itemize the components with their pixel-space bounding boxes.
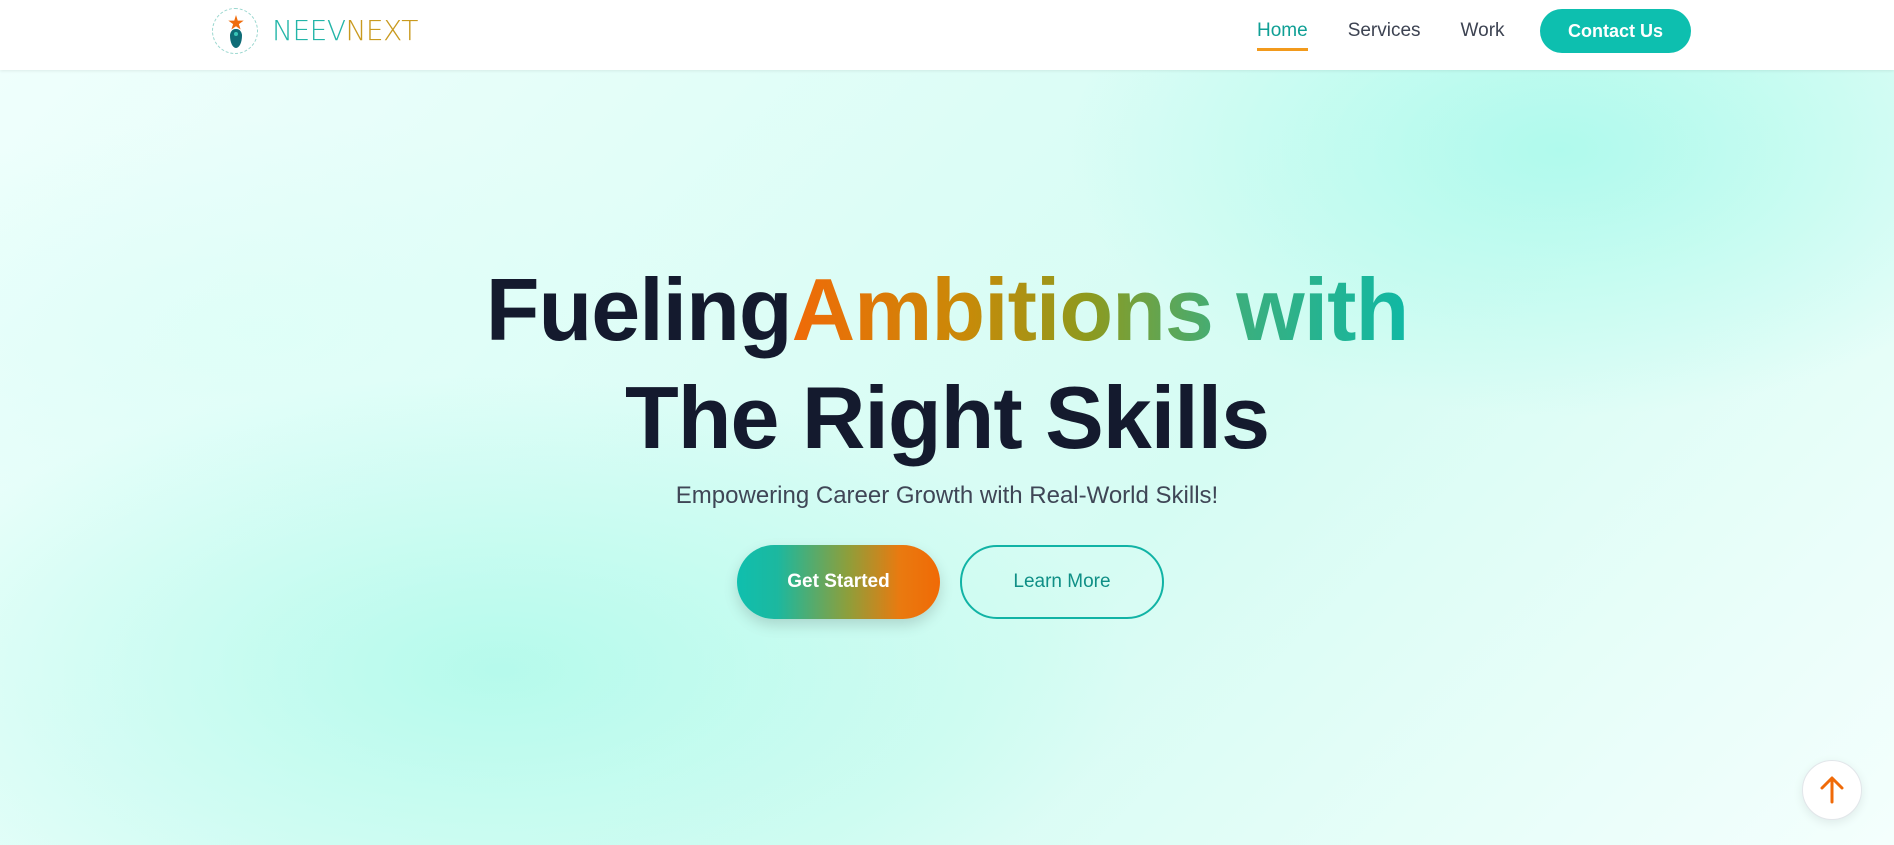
rocket-icon [230, 29, 242, 48]
hero-headline: FuelingAmbitions with The Right Skills [0, 256, 1894, 472]
scroll-to-top-button[interactable] [1802, 760, 1862, 820]
nav-links: Home Services Work [1257, 20, 1505, 51]
brand-logo[interactable]: NEEVNEXT [212, 7, 418, 55]
nav-item-work[interactable]: Work [1461, 20, 1505, 51]
nav-item-services[interactable]: Services [1348, 20, 1421, 51]
hero-cta-group: Get Started Learn More [737, 545, 1164, 619]
navbar: NEEVNEXT Home Services Work Contact Us [0, 0, 1894, 70]
hero-subtitle: Empowering Career Growth with Real-World… [675, 482, 1219, 509]
brand-name-part2: NEXT [345, 14, 418, 47]
hero-section: FuelingAmbitions with The Right Skills E… [0, 70, 1894, 845]
brand-name-part1: NEEV [272, 14, 346, 47]
get-started-button[interactable]: Get Started [737, 545, 940, 619]
rocket-star-logo-icon [212, 8, 258, 54]
contact-us-button[interactable]: Contact Us [1540, 9, 1691, 53]
nav-item-home[interactable]: Home [1257, 20, 1308, 51]
headline-line2: The Right Skills [624, 368, 1270, 467]
headline-highlight: Ambitions with [791, 260, 1410, 359]
learn-more-button[interactable]: Learn More [960, 545, 1164, 619]
brand-name: NEEVNEXT [272, 17, 418, 45]
arrow-up-icon [1820, 776, 1844, 804]
headline-part1: Fueling [485, 260, 793, 359]
